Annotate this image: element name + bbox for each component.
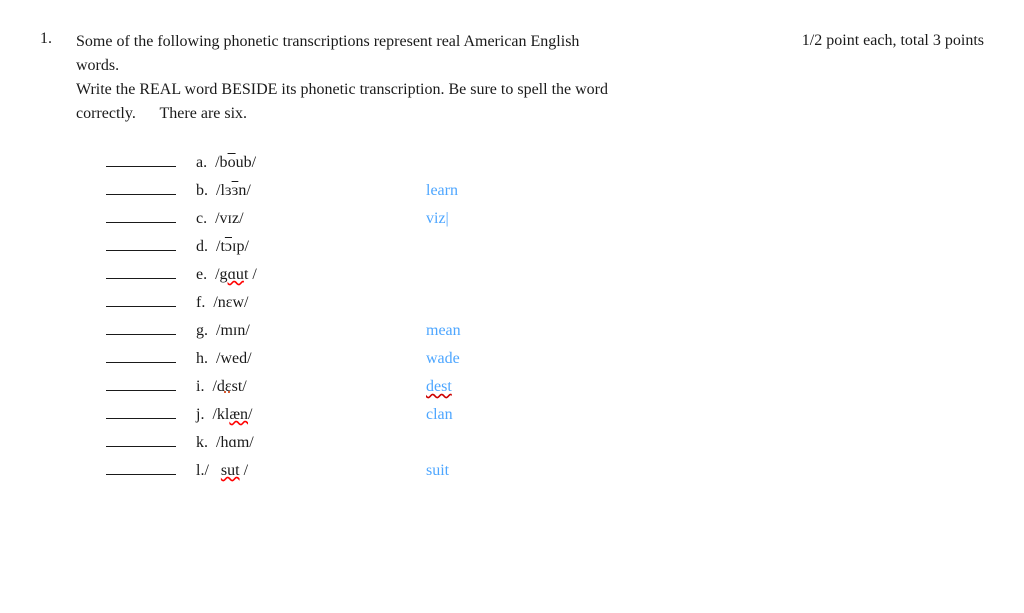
item-letter-h: h. (196, 350, 208, 368)
items-section: a. /boub/ b. /lɜɜn/ learn c. /vɪz/ (106, 154, 984, 480)
answer-blank (106, 474, 176, 475)
list-item: a. /boub/ (106, 154, 984, 172)
phonetic-i: /dɛst/ (212, 378, 246, 396)
phonetic-j: /klæn/ (212, 406, 252, 424)
question-number: 1. (40, 30, 64, 490)
answer-h: wade (426, 350, 460, 368)
question-container: 1. Some of the following phonetic transc… (40, 30, 984, 490)
item-letter-f: f. (196, 294, 205, 312)
item-label-a: a. /boub/ (196, 154, 416, 172)
phonetic-c: /vɪz/ (215, 210, 243, 228)
phonetic-k: /hɑm/ (216, 434, 254, 452)
phonetic-f: /nɛw/ (213, 294, 248, 312)
list-item: e. /gɑut / (106, 266, 984, 284)
item-letter-c: c. (196, 210, 207, 228)
answer-blank (106, 418, 176, 419)
phonetic-h: /wed/ (216, 350, 252, 368)
item-label-b: b. /lɜɜn/ (196, 182, 416, 200)
answer-blank (106, 250, 176, 251)
answer-blank (106, 306, 176, 307)
phonetic-l: sut / (217, 462, 248, 480)
list-item: b. /lɜɜn/ learn (106, 182, 984, 200)
answer-c: viz| (426, 210, 449, 228)
list-item: d. /tɔɪp/ (106, 238, 984, 256)
answer-blank (106, 362, 176, 363)
question-text: Some of the following phonetic transcrip… (76, 30, 984, 490)
phonetic-g: /mɪn/ (216, 322, 250, 340)
item-letter-b: b. (196, 182, 208, 200)
item-label-f: f. /nɛw/ (196, 294, 416, 312)
answer-blank (106, 166, 176, 167)
instructions-line3: correctly. There are six. (76, 102, 621, 126)
item-label-g: g. /mɪn/ (196, 322, 416, 340)
instructions-line2: Write the REAL word BESIDE its phonetic … (76, 78, 621, 102)
item-label-k: k. /hɑm/ (196, 434, 416, 452)
answer-blank (106, 334, 176, 335)
item-label-i: i. /dɛst/ (196, 378, 416, 396)
list-item: j. /klæn/ clan (106, 406, 984, 424)
instructions-block: Some of the following phonetic transcrip… (76, 30, 621, 126)
list-item: h. /wed/ wade (106, 350, 984, 368)
item-label-j: j. /klæn/ (196, 406, 416, 424)
item-label-d: d. /tɔɪp/ (196, 238, 416, 256)
item-letter-e: e. (196, 266, 207, 284)
list-item: f. /nɛw/ (106, 294, 984, 312)
answer-blank (106, 278, 176, 279)
item-letter-g: g. (196, 322, 208, 340)
item-letter-k: k. (196, 434, 208, 452)
phonetic-e: /gɑut / (215, 266, 257, 284)
points-info: 1/2 point each, total 3 points (802, 30, 984, 50)
phonetic-a: /boub/ (215, 154, 256, 172)
answer-blank (106, 222, 176, 223)
list-item: c. /vɪz/ viz| (106, 210, 984, 228)
instructions-line1: Some of the following phonetic transcrip… (76, 30, 621, 78)
item-letter-d: d. (196, 238, 208, 256)
item-letter-i: i. (196, 378, 204, 396)
item-letter-l: l./ (196, 462, 209, 480)
list-item: k. /hɑm/ (106, 434, 984, 452)
answer-i: dest (426, 378, 452, 396)
answer-g: mean (426, 322, 461, 340)
instructions-correctly: correctly. (76, 105, 136, 122)
item-label-h: h. /wed/ (196, 350, 416, 368)
list-item: g. /mɪn/ mean (106, 322, 984, 340)
phonetic-d: /tɔɪp/ (216, 238, 249, 256)
question-header: Some of the following phonetic transcrip… (76, 30, 984, 126)
answer-blank (106, 390, 176, 391)
answer-b: learn (426, 182, 458, 200)
answer-blank (106, 194, 176, 195)
instructions-six: There are six. (160, 105, 248, 122)
item-letter-j: j. (196, 406, 204, 424)
list-item: l./ sut / suit (106, 462, 984, 480)
list-item: i. /dɛst/ dest (106, 378, 984, 396)
item-letter-a: a. (196, 154, 207, 172)
item-label-c: c. /vɪz/ (196, 210, 416, 228)
item-label-e: e. /gɑut / (196, 266, 416, 284)
answer-j: clan (426, 406, 453, 424)
item-label-l: l./ sut / (196, 462, 416, 480)
answer-blank (106, 446, 176, 447)
phonetic-b: /lɜɜn/ (216, 182, 251, 200)
answer-l: suit (426, 462, 449, 480)
